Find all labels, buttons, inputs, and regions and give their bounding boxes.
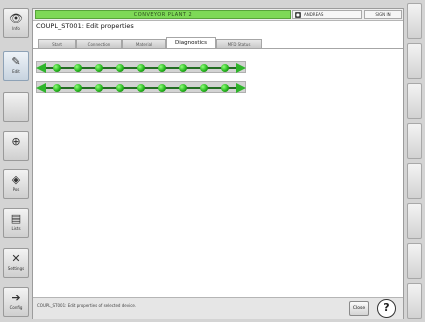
tab-diagnostics[interactable]: Diagnostics: [166, 37, 216, 48]
side-action-button[interactable]: [407, 3, 422, 39]
diagnostics-panel: [33, 49, 403, 297]
side-action-button[interactable]: [407, 43, 422, 79]
side-action-button[interactable]: [407, 123, 422, 159]
top-bar: CONVEYOR PLANT 2 ● ANDREAS SIGN IN: [33, 9, 403, 21]
side-action-button[interactable]: [407, 283, 422, 319]
device-status-dot[interactable]: [200, 84, 208, 92]
window-title: COUPL_ST001: Edit properties: [36, 22, 134, 30]
edit-properties-window: CONVEYOR PLANT 2 ● ANDREAS SIGN IN COUPL…: [32, 8, 404, 319]
user-box[interactable]: ● ANDREAS: [292, 10, 362, 19]
side-action-button[interactable]: [407, 243, 422, 279]
config-arrow-icon: ➔: [11, 291, 21, 304]
device-status-dot[interactable]: [116, 84, 124, 92]
left-arrow-icon: [36, 63, 46, 73]
sidebar-item-settings[interactable]: ✕ Settings: [3, 248, 29, 278]
tab-mfd-status[interactable]: MFD Status: [216, 39, 262, 48]
status-message: COUPL_ST001: Edit properties of selected…: [37, 303, 137, 308]
tab-connection[interactable]: Connection: [76, 39, 122, 48]
sidebar-item-label: Edit: [12, 69, 20, 74]
network-node-icon: ⊕: [11, 135, 21, 148]
eye-icon: 👁: [9, 12, 23, 25]
device-status-dot[interactable]: [74, 64, 82, 72]
user-icon: ●: [295, 12, 301, 18]
tab-bar: Start Connection Material Diagnostics MF…: [38, 37, 398, 48]
sidebar-item-config[interactable]: ➔ Config: [3, 287, 29, 317]
device-status-dot[interactable]: [137, 84, 145, 92]
right-arrow-icon: [236, 63, 246, 73]
sidebar-item-label: Settings: [7, 266, 25, 271]
tab-start[interactable]: Start: [38, 39, 76, 48]
side-action-button[interactable]: [407, 163, 422, 199]
side-action-button[interactable]: [407, 203, 422, 239]
right-arrow-icon: [236, 83, 246, 93]
device-status-dot[interactable]: [95, 84, 103, 92]
device-status-dot[interactable]: [53, 64, 61, 72]
user-name: ANDREAS: [304, 12, 324, 17]
logout-button[interactable]: SIGN IN: [364, 10, 402, 19]
sidebar-item-info[interactable]: 👁 Info: [3, 8, 29, 38]
side-action-button[interactable]: [407, 83, 422, 119]
device-status-dot[interactable]: [137, 64, 145, 72]
sidebar-item-pos[interactable]: ◈ Pos: [3, 169, 29, 199]
sidebar-item-label: Pos: [12, 187, 20, 192]
sidebar-item-lists[interactable]: ▤ Lists: [3, 208, 29, 238]
sidebar-item-edit[interactable]: ✎ Edit: [3, 51, 29, 81]
route-diamond-icon: ◈: [11, 173, 21, 186]
device-status-dot[interactable]: [53, 84, 61, 92]
device-status-dot[interactable]: [158, 84, 166, 92]
help-button[interactable]: ?: [377, 299, 396, 318]
device-status-dot[interactable]: [74, 84, 82, 92]
device-status-dot[interactable]: [95, 64, 103, 72]
device-status-dot[interactable]: [179, 84, 187, 92]
sidebar-item-network[interactable]: ⊕: [3, 131, 29, 161]
sidebar-item-label: Info: [12, 26, 20, 31]
tab-material[interactable]: Material: [122, 39, 166, 48]
sidebar-item-label: Lists: [11, 226, 21, 231]
sidebar-item-blank[interactable]: [3, 92, 29, 122]
left-sidebar: 👁 Info ✎ Edit ⊕ ◈ Pos ▤ Lists ✕ Settings…: [3, 3, 29, 319]
tools-icon: ✕: [11, 252, 21, 265]
device-status-dot[interactable]: [221, 64, 229, 72]
device-status-dot[interactable]: [221, 84, 229, 92]
status-bar: COUPL_ST001: Edit properties of selected…: [33, 297, 403, 319]
diagnostic-chain-row: [36, 81, 246, 93]
diagnostic-chain-row: [36, 61, 246, 73]
list-document-icon: ▤: [10, 212, 22, 225]
device-status-dot[interactable]: [200, 64, 208, 72]
sidebar-item-label: Config: [9, 305, 23, 310]
pencil-icon: ✎: [11, 55, 21, 68]
plant-name-bar: CONVEYOR PLANT 2: [35, 10, 291, 19]
right-button-column: [407, 3, 422, 319]
device-status-dot[interactable]: [116, 64, 124, 72]
left-arrow-icon: [36, 83, 46, 93]
device-status-dot[interactable]: [179, 64, 187, 72]
close-button[interactable]: Close: [349, 301, 369, 316]
device-status-dot[interactable]: [158, 64, 166, 72]
